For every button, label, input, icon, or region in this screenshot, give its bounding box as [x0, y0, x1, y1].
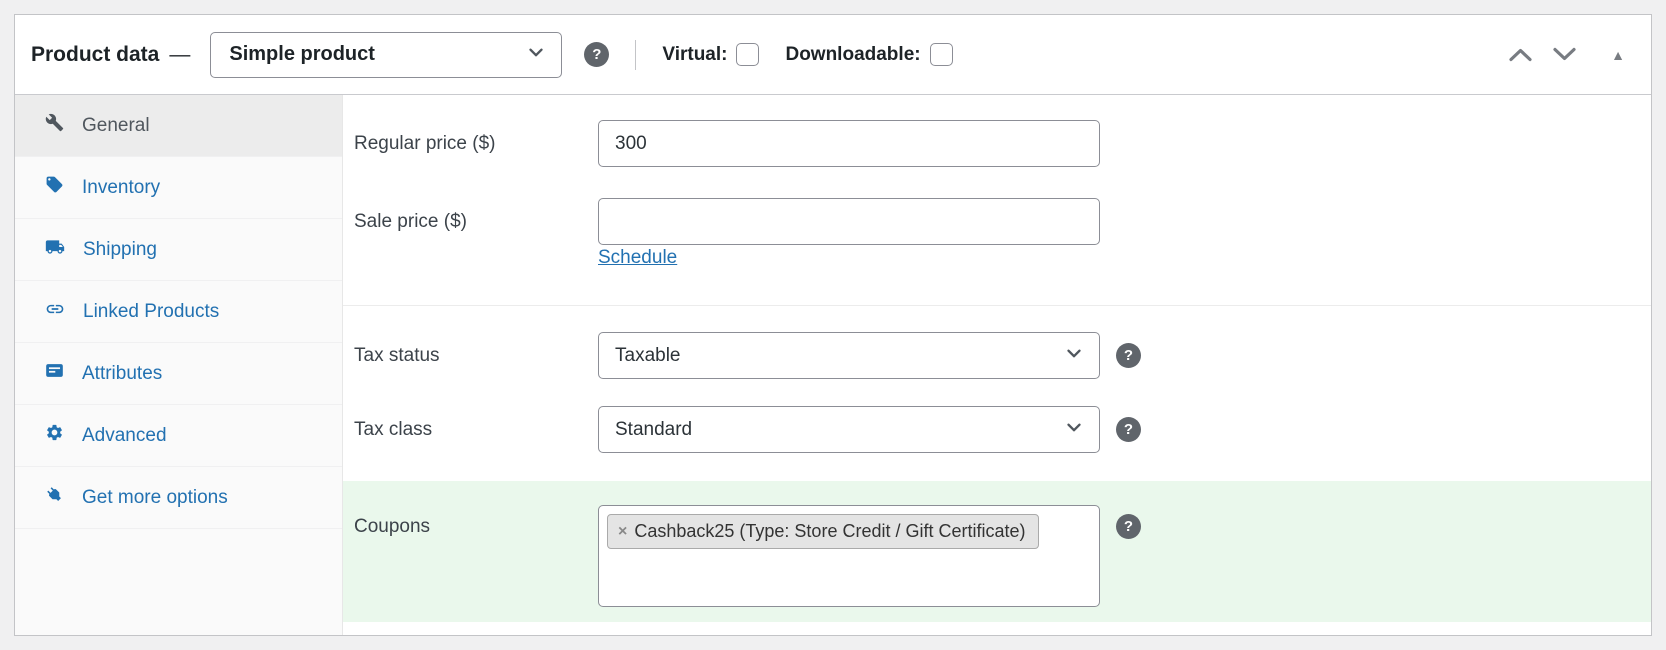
sale-price-input[interactable] [598, 198, 1100, 245]
remove-coupon-icon[interactable]: × [618, 523, 627, 541]
section-divider [343, 305, 1651, 306]
tax-status-help-icon[interactable]: ? [1116, 343, 1141, 368]
coupons-multiselect[interactable]: × Cashback25 (Type: Store Credit / Gift … [598, 505, 1100, 607]
tax-class-label: Tax class [354, 419, 433, 440]
plug-icon [45, 485, 64, 510]
sale-price-label: Sale price ($) [354, 211, 467, 232]
link-icon [45, 299, 65, 325]
product-data-panel: Product data — Simple product ? Virtual:… [14, 14, 1652, 636]
virtual-label: Virtual: [662, 43, 728, 65]
card-icon [45, 361, 64, 386]
panel-header: Product data — Simple product ? Virtual:… [15, 15, 1651, 95]
tab-linked-products[interactable]: Linked Products [15, 281, 342, 343]
panel-title-dash: — [169, 42, 191, 66]
downloadable-label: Downloadable: [785, 43, 921, 65]
tax-class-help-icon[interactable]: ? [1116, 417, 1141, 442]
tab-label: Inventory [82, 176, 161, 198]
downloadable-checkbox[interactable] [929, 43, 953, 66]
schedule-link[interactable]: Schedule [598, 247, 677, 269]
move-down-icon[interactable] [1552, 47, 1577, 62]
tab-general[interactable]: General [15, 95, 342, 157]
coupons-help-icon[interactable]: ? [1116, 514, 1141, 539]
product-type-select[interactable]: Simple product [210, 31, 563, 78]
product-data-tabs: General Inventory Shipping Linked Produc… [15, 95, 343, 635]
tax-status-label: Tax status [354, 345, 440, 366]
wrench-icon [45, 113, 64, 138]
tab-label: Attributes [82, 362, 163, 384]
tab-label: Linked Products [83, 300, 220, 322]
virtual-checkbox[interactable] [736, 43, 760, 66]
tax-status-selected: Taxable [615, 344, 681, 366]
panel-title: Product data [31, 42, 160, 66]
tab-label: Shipping [83, 238, 157, 260]
chevron-down-icon [1063, 342, 1085, 370]
tab-advanced[interactable]: Advanced [15, 405, 342, 467]
product-type-help-icon[interactable]: ? [584, 42, 610, 67]
header-controls: ▲ [1508, 47, 1625, 62]
tab-attributes[interactable]: Attributes [15, 343, 342, 405]
tax-class-select[interactable]: Standard [598, 406, 1100, 453]
tax-status-select[interactable]: Taxable [598, 332, 1100, 379]
gear-icon [45, 423, 64, 448]
coupons-label: Coupons [354, 516, 431, 537]
tab-get-more-options[interactable]: Get more options [15, 467, 342, 529]
tab-label: General [82, 114, 150, 136]
tag-icon [45, 175, 64, 200]
regular-price-label: Regular price ($) [354, 133, 496, 154]
chevron-down-icon [1063, 416, 1085, 444]
product-type-selected: Simple product [229, 43, 375, 65]
tab-shipping[interactable]: Shipping [15, 219, 342, 281]
tab-inventory[interactable]: Inventory [15, 157, 342, 219]
chevron-down-icon [525, 41, 547, 69]
truck-icon [45, 237, 65, 263]
general-panel: Regular price ($) Sale price ($) Schedul… [343, 95, 1651, 635]
collapse-toggle-icon[interactable]: ▲ [1611, 48, 1625, 62]
panel-body: General Inventory Shipping Linked Produc… [15, 95, 1651, 635]
coupon-chip: × Cashback25 (Type: Store Credit / Gift … [607, 514, 1039, 549]
header-divider [635, 39, 637, 70]
tax-class-selected: Standard [615, 418, 693, 440]
tab-label: Advanced [82, 424, 167, 446]
coupon-chip-text: Cashback25 (Type: Store Credit / Gift Ce… [634, 521, 1026, 541]
move-up-icon[interactable] [1508, 47, 1533, 62]
regular-price-input[interactable] [598, 120, 1100, 167]
tab-label: Get more options [82, 486, 228, 508]
